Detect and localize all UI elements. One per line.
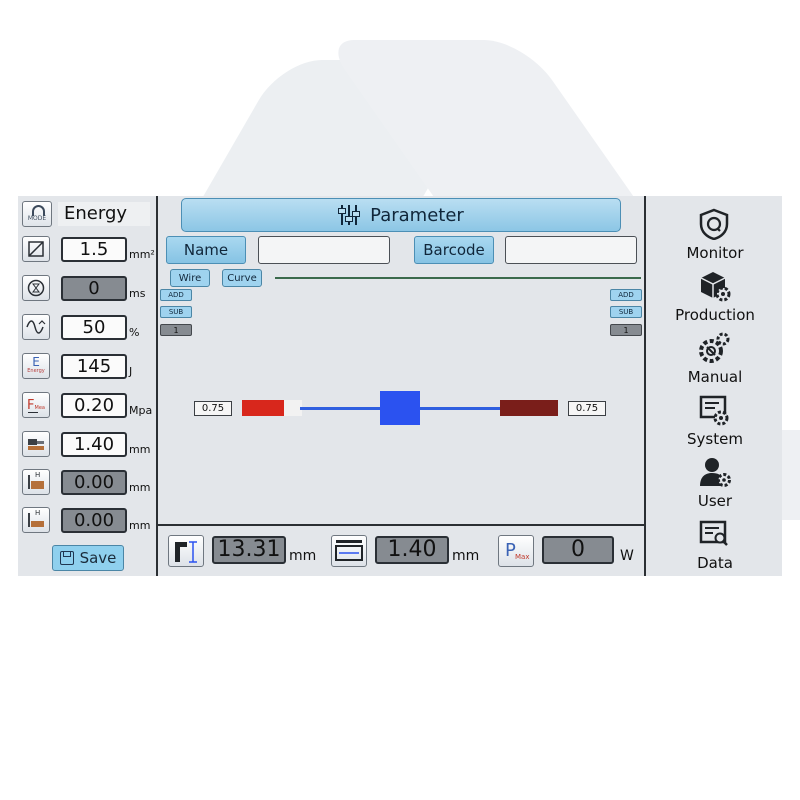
- amplitude-input[interactable]: 50: [61, 314, 127, 340]
- tab-curve[interactable]: Curve: [222, 269, 262, 287]
- time-icon: [22, 275, 50, 301]
- side-nav: Monitor Production Manual System User Da…: [648, 196, 782, 576]
- barcode-field[interactable]: [505, 236, 637, 264]
- barcode-label: Barcode: [414, 236, 494, 264]
- sliders-icon: [338, 204, 361, 226]
- nav-data[interactable]: Data: [648, 516, 782, 576]
- manual-gears-icon: [699, 332, 730, 363]
- max-power-icon: P Max: [498, 535, 534, 567]
- param-row-height: 1.40 mm: [22, 430, 162, 458]
- param-row-energy: E Energy 145 J: [22, 352, 162, 380]
- nav-system[interactable]: System: [648, 392, 782, 452]
- system-settings-icon: [699, 395, 729, 426]
- height-low-icon: H: [22, 507, 50, 533]
- height-icon: [22, 431, 50, 457]
- name-label: Name: [166, 236, 246, 264]
- energy-input[interactable]: 145: [61, 353, 127, 379]
- tab-wire[interactable]: Wire: [170, 269, 210, 287]
- parameter-main: Parameter Name Barcode Wire Curve ADD SU…: [158, 196, 644, 576]
- height-high-icon: H: [22, 469, 50, 495]
- height-input[interactable]: 1.40: [61, 431, 127, 457]
- time-unit: ms: [129, 286, 146, 300]
- right-divider: [644, 196, 646, 576]
- height-low-input[interactable]: 0.00: [61, 507, 127, 533]
- area-icon: [22, 236, 50, 262]
- amplitude-icon: [22, 314, 50, 340]
- nav-production[interactable]: Production: [648, 268, 782, 328]
- left-wire-insulation[interactable]: [242, 400, 284, 416]
- name-field[interactable]: [258, 236, 390, 264]
- param-row-pressure: F Mea 0.20 Mpa: [22, 391, 162, 419]
- weld-height-unit: mm: [289, 548, 317, 564]
- height-low-unit: mm: [129, 518, 151, 532]
- weld-node[interactable]: [380, 391, 420, 425]
- param-row-area: 1.5 mm²: [22, 235, 162, 263]
- pressure-unit: Mpa: [129, 403, 153, 417]
- left-add-button[interactable]: ADD: [160, 289, 192, 301]
- data-search-icon: [699, 520, 728, 546]
- max-power-value: 0: [542, 536, 614, 564]
- energy-unit: J: [129, 364, 133, 378]
- area-unit: mm²: [129, 247, 155, 261]
- status-bar: 13.31 mm 1.40 mm P Max 0 W: [158, 531, 644, 571]
- save-disk-icon: [59, 551, 74, 565]
- compressed-height-icon: [331, 535, 367, 567]
- tab-underline: [275, 277, 641, 279]
- right-add-button[interactable]: ADD: [610, 289, 642, 301]
- amplitude-unit: %: [129, 325, 140, 339]
- energy-icon: E Energy: [22, 353, 50, 379]
- compressed-height-unit: mm: [452, 548, 480, 564]
- save-label: Save: [79, 549, 117, 567]
- left-sub-button[interactable]: SUB: [160, 306, 192, 318]
- param-row-height-low: H 0.00 mm: [22, 506, 162, 534]
- hmi-screen: MODE Energy 1.5 mm² 0 ms 50 % E Energy 1…: [18, 196, 782, 576]
- right-count: 1: [610, 324, 642, 336]
- user-gear-icon: [700, 458, 731, 487]
- save-button[interactable]: Save: [52, 545, 124, 571]
- height-unit: mm: [129, 442, 151, 456]
- right-sub-button[interactable]: SUB: [610, 306, 642, 318]
- left-count: 1: [160, 324, 192, 336]
- param-row-time: 0 ms: [22, 274, 162, 302]
- background-shape: [323, 40, 637, 200]
- right-wire-value[interactable]: 0.75: [568, 401, 606, 416]
- parameter-panel: MODE Energy 1.5 mm² 0 ms 50 % E Energy 1…: [18, 196, 156, 576]
- weld-height-value: 13.31: [212, 536, 286, 564]
- nav-manual[interactable]: Manual: [648, 330, 782, 390]
- weld-height-icon: [168, 535, 204, 567]
- monitor-shield-icon: [699, 208, 729, 240]
- mode-row[interactable]: MODE Energy: [22, 200, 156, 228]
- param-row-amplitude: 50 %: [22, 313, 162, 341]
- left-wire-value[interactable]: 0.75: [194, 401, 232, 416]
- production-box-gear-icon: [700, 272, 731, 302]
- height-high-unit: mm: [129, 480, 151, 494]
- time-input[interactable]: 0: [61, 275, 127, 301]
- right-wire-insulation[interactable]: [500, 400, 558, 416]
- mode-dial-icon[interactable]: MODE: [22, 201, 52, 227]
- nav-user[interactable]: User: [648, 454, 782, 514]
- bottom-divider: [158, 524, 644, 526]
- area-input[interactable]: 1.5: [61, 236, 127, 262]
- height-high-input[interactable]: 0.00: [61, 469, 127, 495]
- max-power-unit: W: [620, 548, 634, 564]
- mode-value[interactable]: Energy: [58, 202, 150, 226]
- pressure-icon: F Mea: [22, 392, 50, 418]
- pressure-input[interactable]: 0.20: [61, 392, 127, 418]
- page-title: Parameter: [370, 204, 464, 226]
- page-title-bar: Parameter: [181, 198, 621, 232]
- compressed-height-value: 1.40: [375, 536, 449, 564]
- nav-monitor[interactable]: Monitor: [648, 206, 782, 266]
- param-row-height-high: H 0.00 mm: [22, 468, 162, 496]
